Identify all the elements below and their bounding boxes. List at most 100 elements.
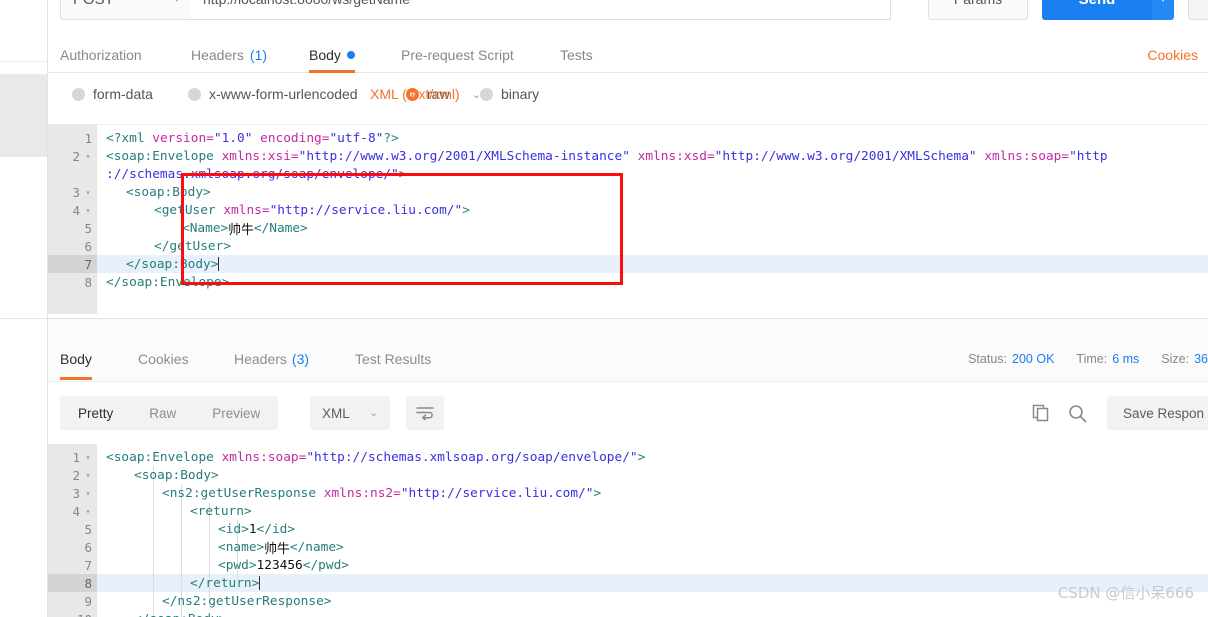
code-line-2: <soap:Envelope xmlns:xsi= "http://www.w3.… [106, 147, 1108, 165]
code-token: > [593, 485, 602, 501]
gutter-line: 1 [48, 129, 97, 147]
code-token: > [398, 166, 407, 182]
save-button[interactable]: Save [1188, 0, 1208, 20]
tab-headers-label: Headers [191, 46, 244, 63]
request-body-editor[interactable]: 1 2 ▾ 3 ▾ 4 ▾ 5 6 7 8 <?xml version= "1.0" e… [48, 124, 1208, 314]
search-icon [1068, 404, 1086, 422]
tab-tests[interactable]: Tests [560, 36, 593, 73]
code-line-4: <getUser xmlns= "http://service.liu.com/"… [106, 201, 470, 219]
code-token: <soap:Envelope [106, 148, 222, 164]
code-token: xmlns:soap= [976, 148, 1070, 164]
line-number: 1 [72, 449, 80, 465]
view-pretty-button[interactable]: Pretty [60, 396, 131, 430]
response-body-editor[interactable]: 1▾ 2▾ 3▾ 4▾ 5 6 7 8 9 10 <soap:Envelope … [48, 444, 1208, 617]
active-line-highlight [97, 255, 1208, 273]
body-type-row: form-data x-www-form-urlencoded raw bina… [48, 74, 1208, 122]
radio-form-data-label: form-data [93, 86, 153, 102]
word-wrap-button[interactable] [406, 396, 444, 430]
code-token: <ns2:getUserResponse [162, 485, 324, 501]
url-input[interactable]: http://localhost:8080/ws/getName [191, 0, 891, 20]
tab-headers[interactable]: Headers (1) [191, 36, 267, 73]
line-number: 3 [72, 184, 80, 200]
radio-urlencoded[interactable]: x-www-form-urlencoded [188, 86, 358, 102]
tab-active-underline [60, 377, 92, 380]
tab-authorization[interactable]: Authorization [60, 36, 142, 73]
response-format-select[interactable]: XML ⌄ [310, 396, 390, 430]
line-number: 8 [84, 274, 92, 290]
response-code-line-8: </return> [106, 574, 261, 592]
response-tab-cookies[interactable]: Cookies [138, 338, 189, 380]
code-token: "http://www.w3.org/2001/XMLSchema" [714, 148, 977, 164]
radio-binary-label: binary [501, 86, 540, 102]
http-method-select[interactable]: POST ▾ [60, 0, 192, 20]
code-line-5: <Name> 帅牛 </Name> [106, 219, 308, 238]
copy-button[interactable] [1028, 400, 1054, 426]
gutter-line-current: 7 [48, 255, 97, 273]
code-token: version= [152, 130, 214, 146]
radio-form-data[interactable]: form-data [72, 86, 153, 102]
sidebar-selected-item[interactable] [0, 74, 47, 157]
response-meta: Status: 200 OK Time: 6 ms Size: 36 [968, 338, 1208, 380]
code-line-3: <soap:Body> [106, 183, 211, 201]
request-url-bar: POST ▾ http://localhost:8080/ws/getName … [48, 0, 1208, 22]
response-format-label: XML [322, 405, 350, 421]
response-tab-body-label: Body [60, 351, 92, 367]
view-raw-button[interactable]: Raw [131, 396, 194, 430]
line-number: 3 [72, 485, 80, 501]
code-token: </Name> [253, 220, 308, 236]
response-toolbar: Pretty Raw Preview XML ⌄ Save Respon [48, 382, 1208, 444]
radio-binary[interactable]: binary [480, 86, 539, 102]
gutter-line: 4 ▾ [48, 502, 97, 520]
content-type-select[interactable]: XML (text/xml) ⌄ [370, 86, 481, 102]
fold-icon[interactable]: ▾ [84, 453, 92, 462]
code-token: <soap:Body> [126, 184, 211, 200]
line-number: 5 [84, 521, 92, 537]
code-token: 帅牛 [228, 222, 254, 238]
fold-icon[interactable]: ▾ [84, 471, 92, 480]
cookies-link[interactable]: Cookies [1147, 36, 1198, 73]
line-number: 6 [84, 238, 92, 254]
response-code-line-9: </ns2:getUserResponse> [106, 592, 332, 610]
unsaved-dot-icon [346, 50, 355, 59]
view-preview-button[interactable]: Preview [194, 396, 278, 430]
content-type-label: XML (text/xml) [370, 86, 460, 102]
code-token: </return> [190, 575, 260, 591]
line-number: 8 [84, 575, 92, 591]
code-token: "http://www.w3.org/2001/XMLSchema-instan… [298, 148, 630, 164]
search-button[interactable] [1064, 400, 1090, 426]
tab-pre-request-script[interactable]: Pre-request Script [401, 36, 514, 73]
response-code-line-1: <soap:Envelope xmlns:soap= "http://schema… [106, 448, 645, 466]
code-token: "1.0" [213, 130, 253, 146]
line-number: 5 [84, 220, 92, 236]
fold-icon[interactable]: ▾ [84, 188, 92, 197]
code-token: <soap:Body> [134, 467, 219, 483]
response-tab-headers[interactable]: Headers (3) [234, 338, 309, 380]
line-number: 6 [84, 539, 92, 555]
code-line-6: </getUser> [106, 237, 231, 255]
gutter-line: 10 [48, 610, 97, 617]
code-token: <getUser [154, 202, 224, 218]
code-line-7: </soap:Body> [106, 255, 220, 273]
fold-icon[interactable]: ▾ [84, 489, 92, 498]
params-button[interactable]: Params [928, 0, 1028, 20]
code-line-2-wrap: ://schemas.xmlsoap.org/soap/envelope/" > [106, 165, 407, 183]
status-value: 200 OK [1012, 352, 1055, 366]
line-number: 4 [72, 202, 80, 218]
tab-body[interactable]: Body [309, 36, 355, 73]
code-token: </soap:Body> [134, 612, 226, 617]
response-tab-body[interactable]: Body [60, 338, 92, 380]
code-token: xmlns:xsi= [221, 148, 299, 164]
text-cursor [218, 257, 220, 271]
save-response-button[interactable]: Save Respon [1106, 396, 1208, 430]
fold-icon[interactable]: ▾ [84, 206, 92, 215]
send-button[interactable]: Send [1042, 0, 1152, 20]
code-token: ://schemas.xmlsoap.org/soap/envelope/" [106, 166, 399, 182]
fold-icon[interactable]: ▾ [84, 152, 92, 161]
http-method-label: POST [73, 0, 114, 8]
response-tab-test-results[interactable]: Test Results [355, 338, 431, 380]
fold-icon[interactable]: ▾ [84, 507, 92, 516]
code-token: xmlns:xsd= [629, 148, 715, 164]
send-options-chevron-icon[interactable]: ▾ [1152, 0, 1174, 20]
text-cursor [259, 576, 261, 590]
code-token: 帅牛 [264, 541, 290, 557]
